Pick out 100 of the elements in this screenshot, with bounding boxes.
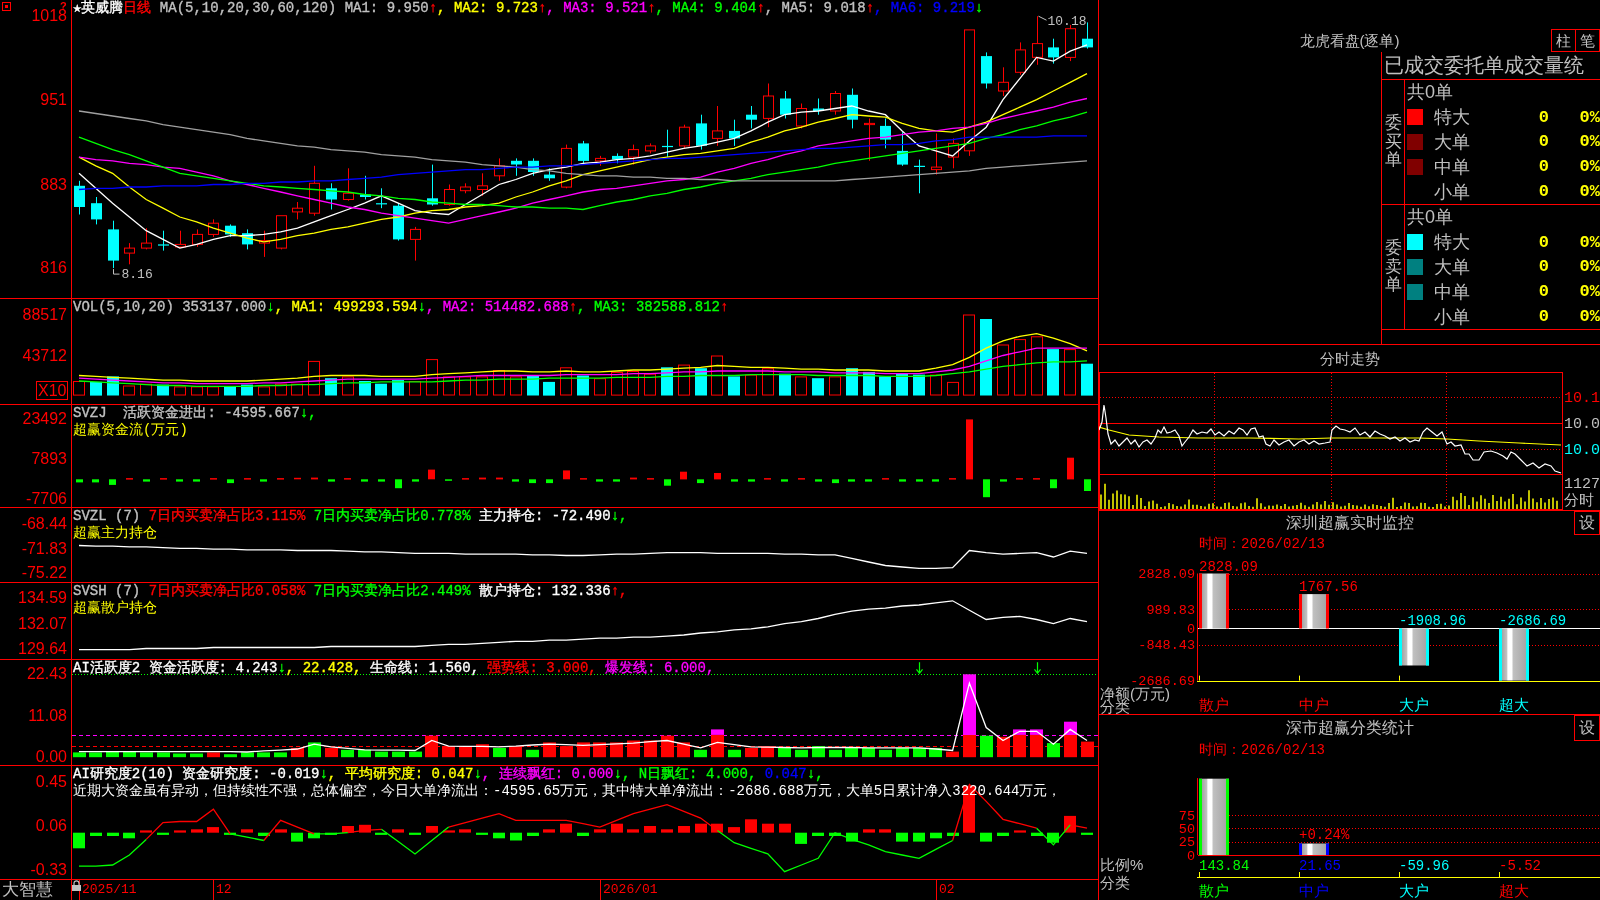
axis-tick-label: 2828.09	[1138, 567, 1195, 582]
price-tick-label: 10.0	[1564, 441, 1600, 459]
candle	[679, 124, 690, 149]
candle	[864, 118, 875, 162]
axis-tick-label: -0.33	[30, 860, 67, 879]
candle	[292, 201, 303, 220]
leader-line	[1038, 15, 1047, 21]
value-label: -59.96	[1399, 858, 1450, 874]
view-button[interactable]: 笔	[1575, 29, 1600, 52]
section-title: 深圳超赢实时监控	[1285, 513, 1414, 533]
candle	[612, 152, 623, 164]
candle	[628, 144, 639, 166]
order-count: 0	[1537, 181, 1549, 203]
brand-label: 大智慧	[2, 880, 53, 900]
candle	[880, 118, 891, 149]
price-tick-label: 10.0	[1564, 415, 1600, 433]
candle	[124, 242, 135, 265]
indicator-legend: SVSH (7) 7日内买卖净占比0.058% 7日内买卖净占比2.449% 散户持仓: 132.336↑,	[73, 583, 628, 600]
order-percent: 0%	[1578, 231, 1600, 253]
candle	[494, 157, 505, 182]
axis-title: 比例%	[1100, 856, 1144, 873]
candle	[427, 164, 438, 207]
candle	[948, 137, 959, 169]
price-label: 10.18	[1047, 14, 1087, 30]
candle	[729, 119, 740, 147]
date-label: 2025/11	[82, 881, 137, 899]
axis-tick-label: 134.59	[18, 588, 67, 607]
axis-tick-label: 0.45	[35, 773, 67, 792]
volume-tick-label: 1127	[1564, 475, 1600, 493]
order-type-label: 中单	[1434, 155, 1471, 178]
settings-button[interactable]: 设	[1574, 715, 1600, 741]
candle	[1065, 24, 1076, 62]
order-total: 共0单	[1406, 81, 1453, 104]
candle	[662, 129, 673, 158]
axis-tick-label: 951	[40, 90, 67, 109]
candle	[796, 103, 807, 129]
axis-tick-label: -75.22	[21, 563, 67, 582]
candle	[309, 165, 320, 217]
candle	[780, 90, 791, 119]
candle	[477, 172, 488, 197]
candle	[410, 226, 421, 262]
indicator-legend: SVZL (7) 7日内买卖净占比3.115% 7日内买卖净占比0.778% 主力持仓: -72.490↓,	[73, 508, 628, 525]
candle	[914, 159, 925, 194]
lock-icon	[72, 880, 81, 891]
group-label: 委卖单	[1384, 238, 1402, 296]
change-label: +0.24%	[1299, 826, 1350, 843]
indicator-legend: VOL(5,10,20) 353137.000↓, MA1: 499293.594↓, MA2: 514482.688↑, MA3: 382588.812↑	[73, 299, 729, 316]
candle	[998, 66, 1009, 97]
candle	[712, 105, 723, 147]
value-label: 143.84	[1199, 858, 1250, 874]
candle	[444, 184, 455, 207]
category-label: 大户	[1399, 882, 1429, 899]
axis-tick-label: -848.43	[1138, 638, 1195, 654]
order-percent: 0%	[1578, 256, 1600, 278]
candle	[1015, 41, 1026, 76]
order-total: 共0单	[1406, 206, 1453, 229]
value-label: 2828.09	[1199, 558, 1258, 575]
view-button[interactable]: 柱	[1551, 29, 1576, 52]
axis-tick-label: 11.08	[28, 707, 67, 726]
order-percent: 0%	[1578, 306, 1600, 328]
candle	[578, 140, 589, 164]
date-label: 02	[939, 881, 955, 899]
candle	[696, 114, 707, 151]
order-count: 0	[1537, 256, 1549, 278]
axis-tick-label: 129.64	[18, 640, 67, 659]
candle	[225, 223, 236, 238]
axis-title: 分类	[1100, 874, 1130, 891]
candle	[175, 230, 186, 249]
candle	[595, 155, 606, 167]
bar	[1399, 628, 1429, 666]
candle	[1032, 15, 1043, 66]
order-percent: 0%	[1578, 156, 1600, 178]
order-percent: 0%	[1578, 181, 1600, 203]
candle	[847, 88, 858, 129]
indicator-legend: AI研究度2(10) 资金研究度: -0.019↓, 平均研究度: 0.047↓, 连续飘红: 0.000↓, N日飘红: 4.000, 0.047↓,	[73, 766, 824, 783]
candle	[897, 131, 908, 167]
order-type-label: 特大	[1434, 106, 1471, 129]
category-label: 中户	[1299, 882, 1329, 899]
settings-button[interactable]: 设	[1574, 511, 1600, 535]
candle	[259, 230, 270, 258]
order-count: 0	[1537, 306, 1549, 328]
order-count: 0	[1537, 131, 1549, 153]
candle	[511, 157, 522, 177]
candle	[830, 90, 841, 116]
candle	[108, 220, 119, 269]
scale-label: X10	[36, 381, 69, 400]
value-label: 21.65	[1299, 858, 1341, 874]
candle	[763, 83, 774, 128]
category-label: 散户	[1199, 882, 1229, 899]
category-label: 散户	[1199, 696, 1229, 713]
axis-tick-label: -7706	[26, 490, 67, 508]
candle	[158, 230, 169, 252]
axis-tick-label: 0	[1186, 848, 1195, 864]
order-percent: 0%	[1578, 281, 1600, 303]
axis-tick-label: 989.83	[1146, 602, 1195, 618]
axis-tick-label: 0.00	[35, 748, 67, 767]
table-title: 已成交委托单成交量统	[1382, 52, 1600, 80]
candle	[326, 182, 337, 210]
value-label: -5.52	[1499, 858, 1541, 874]
section-title: 分时走势	[1319, 349, 1380, 368]
